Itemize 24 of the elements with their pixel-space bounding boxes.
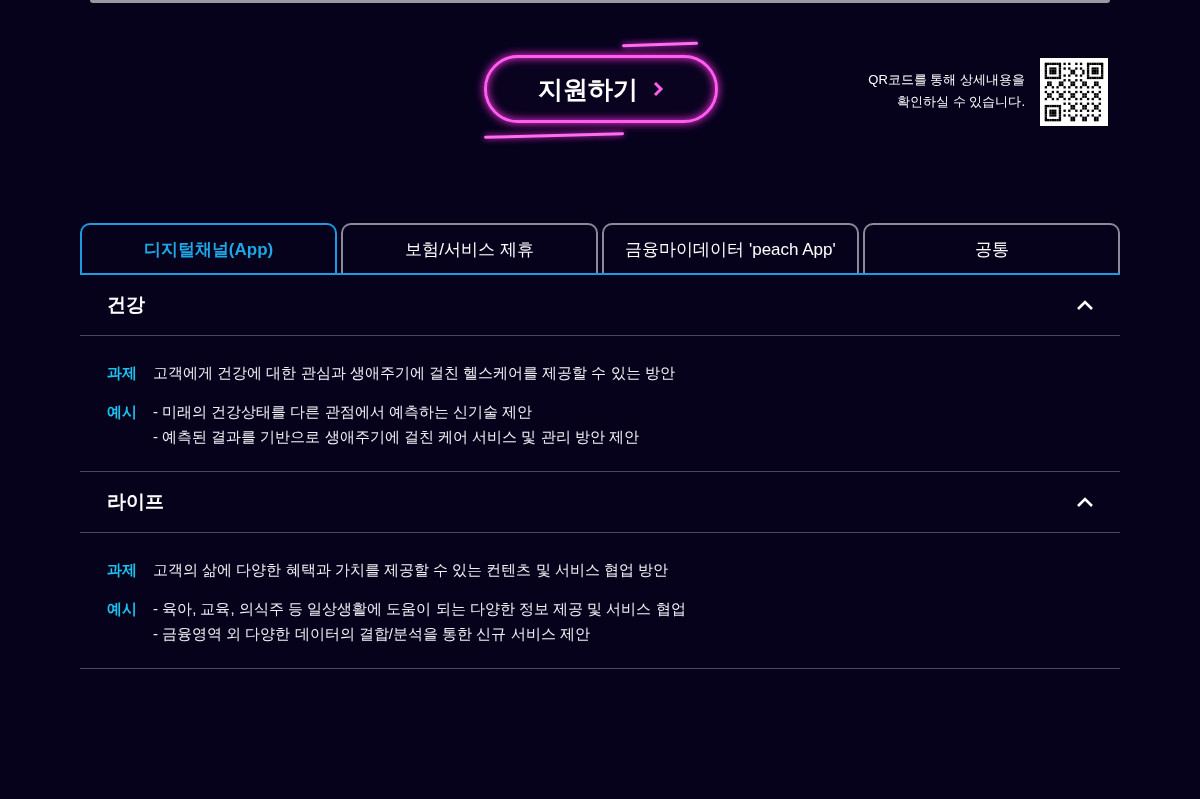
tab[interactable]: 공통	[863, 223, 1120, 273]
tab[interactable]: 보험/서비스 제휴	[341, 223, 598, 273]
row-label: 과제	[107, 363, 135, 383]
tab[interactable]: 금융마이데이터 'peach App'	[602, 223, 859, 273]
row-label: 과제	[107, 560, 135, 580]
qr-note: QR코드를 통해 상세내용을 확인하실 수 있습니다.	[868, 71, 1025, 111]
description-text: - 금융영역 외 다양한 데이터의 결합/분석을 통한 신규 서비스 제안	[153, 624, 591, 644]
description-text: 고객에게 건강에 대한 관심과 생애주기에 걸친 헬스케어를 제공할 수 있는 방안	[153, 363, 675, 383]
chevron-up-icon[interactable]	[1076, 299, 1094, 311]
section-title: 라이프	[107, 490, 164, 514]
row-label: 예시	[107, 599, 135, 619]
accordion-header[interactable]: 건강	[80, 275, 1120, 336]
tab[interactable]: 디지털채널(App)	[80, 223, 337, 273]
row-label: 예시	[107, 402, 135, 422]
description-text: - 미래의 건강상태를 다른 관점에서 예측하는 신기술 제안	[153, 402, 534, 422]
accordion-header[interactable]: 라이프	[80, 472, 1120, 533]
apply-button[interactable]: 지원하기	[484, 55, 718, 123]
section-title: 건강	[107, 293, 145, 317]
description-text: 고객의 삶에 다양한 혜택과 가치를 제공할 수 있는 컨텐츠 및 서비스 협업 방안	[153, 560, 668, 580]
qr-code	[1040, 58, 1108, 126]
description-text: - 예측된 결과를 기반으로 생애주기에 걸친 케어 서비스 및 관리 방안 제안	[153, 427, 639, 447]
description-text: - 육아, 교육, 의식주 등 일상생활에 도움이 되는 다양한 정보 제공 및 서비스 협업	[153, 599, 686, 619]
chevron-right-icon	[652, 80, 664, 98]
chevron-up-icon[interactable]	[1076, 496, 1094, 508]
